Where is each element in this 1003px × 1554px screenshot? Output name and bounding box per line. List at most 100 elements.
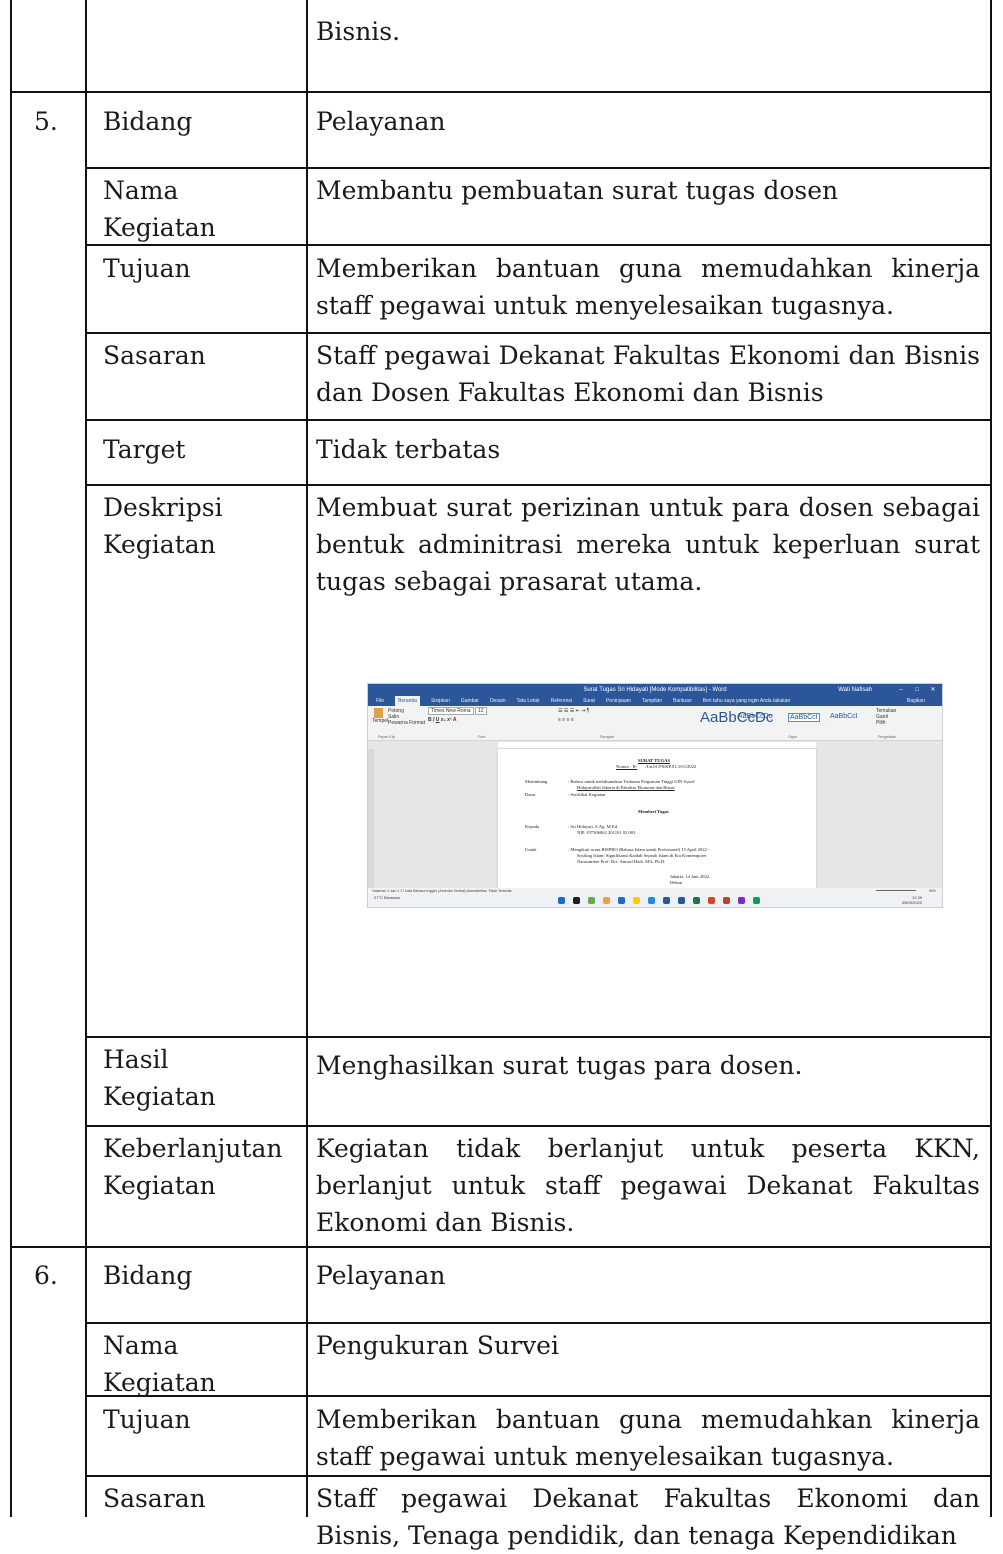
zoom-slider <box>876 890 916 891</box>
taskbar-app-icon <box>693 897 700 904</box>
taskbar-app-icon <box>753 897 760 904</box>
row-divider <box>85 1036 992 1038</box>
select-item: Pilih <box>876 720 886 726</box>
tab-referensi: Referensi <box>550 698 572 704</box>
system-clock: 12.39 05/09/2022 <box>901 895 922 905</box>
doc-nomor: Nomor : B- /Un.01/F8/KP.01.3/06/2022 <box>616 764 697 769</box>
taskbar-app-icon <box>633 897 640 904</box>
row-value: Staff pegawai Dekanat Fakultas Ekonomi d… <box>316 341 980 407</box>
tab-peninjauan: Peninjauan <box>605 698 631 704</box>
doc-kepada-2: NIP. 197306062 201101 02 003 <box>577 830 636 835</box>
row-label: Sasaran <box>103 341 206 370</box>
row-divider-section6 <box>10 1246 992 1248</box>
taskbar-app-icon <box>588 897 595 904</box>
taskbar-app-icon <box>723 897 730 904</box>
taskbar-app-icon <box>708 897 715 904</box>
row-label: Deskripsi Kegiatan <box>103 493 223 559</box>
doc-kepada-label: Kepada <box>525 824 540 829</box>
paragraph-buttons: ☰ ☰ ☰ ⇤ ⇥ ¶ <box>558 708 590 714</box>
taskbar-app-icon <box>573 897 580 904</box>
row-divider <box>85 332 992 334</box>
style-normal: AaBbCcI <box>788 713 820 722</box>
column-divider-label <box>306 0 308 1517</box>
clipboard-items: Potong Salin Pewarna Format <box>388 708 425 726</box>
section-number: 6. <box>34 1261 58 1290</box>
font-name-box: Times New Roma <box>428 707 474 715</box>
share-button: Bagikan <box>906 698 925 704</box>
doc-menimbang-label: Menimbang <box>525 779 548 784</box>
vertical-ruler <box>368 749 374 888</box>
row-divider <box>85 1322 992 1324</box>
font-group: Times New Roma 12 B I U x₂ x² A <box>428 707 487 723</box>
paste-label: Tempel <box>372 718 389 724</box>
taskbar-app-icon <box>663 897 670 904</box>
row-value: Memberikan bantuan guna memudahkan kiner… <box>316 1405 980 1471</box>
tell-me-box: Beri tahu saya yang ingin Anda lakukan <box>702 698 791 704</box>
clipboard-group: Tempel <box>372 708 388 724</box>
row-label: Target <box>103 435 186 464</box>
user-name: Wati Nafisah <box>838 687 872 693</box>
row-value: Tidak terbatas <box>316 435 501 464</box>
row-value: Membuat surat perizinan untuk para dosen… <box>316 493 980 596</box>
row-divider-top <box>10 91 992 93</box>
row-label: Tujuan <box>103 1405 191 1434</box>
close-icon: ✕ <box>930 687 936 693</box>
paragraph-group: ☰ ☰ ☰ ⇤ ⇥ ¶ ≡ ≡ ≡ ≡ <box>558 708 589 723</box>
table-border-right <box>990 0 992 1517</box>
tab-tampilan: Tampilan <box>641 698 662 704</box>
format-painter-item: Pewarna Format <box>388 720 425 726</box>
minimize-icon: – <box>899 687 903 693</box>
doc-untuk-label: Untuk <box>525 847 537 852</box>
taskbar-app-icon <box>603 897 610 904</box>
ribbon: Tempel Potong Salin Pewarna Format Times… <box>368 706 942 741</box>
row-value: Staff pegawai Dekanat Fakultas Ekonomi d… <box>316 1484 980 1550</box>
ribbon-tabs: File Beranda Sisipkan Gambar Desain Tata Leta… <box>368 696 942 706</box>
tab-beranda: Beranda <box>395 696 420 706</box>
taskbar-app-icon <box>738 897 745 904</box>
row-divider <box>85 484 992 486</box>
table-border-left <box>10 0 12 1517</box>
tab-surat: Surat <box>583 698 595 704</box>
tab-gambar: Gambar <box>460 698 479 704</box>
editing-group: Temukan Ganti Pilih <box>876 708 896 726</box>
row-divider <box>85 1125 992 1127</box>
taskbar-app-icon <box>648 897 655 904</box>
row-value: Pelayanan <box>316 107 446 136</box>
tab-tata-letak: Tata Letak <box>516 698 540 704</box>
tab-sisipkan: Sisipkan <box>430 698 450 704</box>
row-value: Kegiatan tidak berlanjut untuk peserta K… <box>316 1134 980 1237</box>
row-value: Pengukuran Survei <box>316 1331 559 1360</box>
document-page: SURAT TUGAS Nomor : B- /Un.01/F8/KP.01.3… <box>498 749 816 888</box>
row-divider <box>85 167 992 169</box>
taskbar-app-icon <box>558 897 565 904</box>
doc-dasar-label: Dasar <box>525 792 536 797</box>
row-label: Nama Kegiatan <box>103 176 216 242</box>
align-buttons: ≡ ≡ ≡ ≡ <box>558 717 574 723</box>
row-value: Memberikan bantuan guna memudahkan kiner… <box>316 254 980 320</box>
row-label: Sasaran <box>103 1484 206 1513</box>
row-label: Tujuan <box>103 254 191 283</box>
ribbon-group-labels: Papan Klip Font Paragraf Gaya Pengeditan <box>378 735 897 739</box>
tab-desain: Desain <box>489 698 506 704</box>
row-label: Hasil Kegiatan <box>103 1045 216 1111</box>
word-screenshot: Surat Tugas Sri Hidayati [Mode Kompatibi… <box>367 683 943 908</box>
doc-menimbang-2: Hidayatullah Jakarta di Fakultas Ekonomi… <box>577 785 675 790</box>
row-value: Membantu pembuatan surat tugas dosen <box>316 176 839 205</box>
ruler <box>368 741 942 749</box>
tab-bantuan: Bantuan <box>673 698 692 704</box>
row-label: Bidang <box>103 107 193 136</box>
word-title-bar: Surat Tugas Sri Hidayati [Mode Kompatibi… <box>368 684 942 696</box>
row-label: Keberlanjutan Kegiatan <box>103 1134 283 1200</box>
row-value: Menghasilkan surat tugas para dosen. <box>316 1051 803 1080</box>
format-buttons: B I U x₂ x² A <box>428 717 457 723</box>
row-label: Bidang <box>103 1261 193 1290</box>
doc-memberi-tugas: Memberi Tugas <box>638 809 669 814</box>
doc-dekan: Dekan <box>670 880 682 885</box>
continuation-text: Bisnis. <box>316 17 401 46</box>
row-divider <box>85 1475 992 1477</box>
windows-taskbar: 27°C Berawan 12.39 05/09/2022 <box>368 894 942 907</box>
font-size-box: 12 <box>474 707 487 715</box>
row-divider <box>85 419 992 421</box>
row-value: Pelayanan <box>316 1261 446 1290</box>
doc-untuk-3: Narasumber Prof. Drs. Amirul Hadi, MA, P… <box>577 859 666 864</box>
